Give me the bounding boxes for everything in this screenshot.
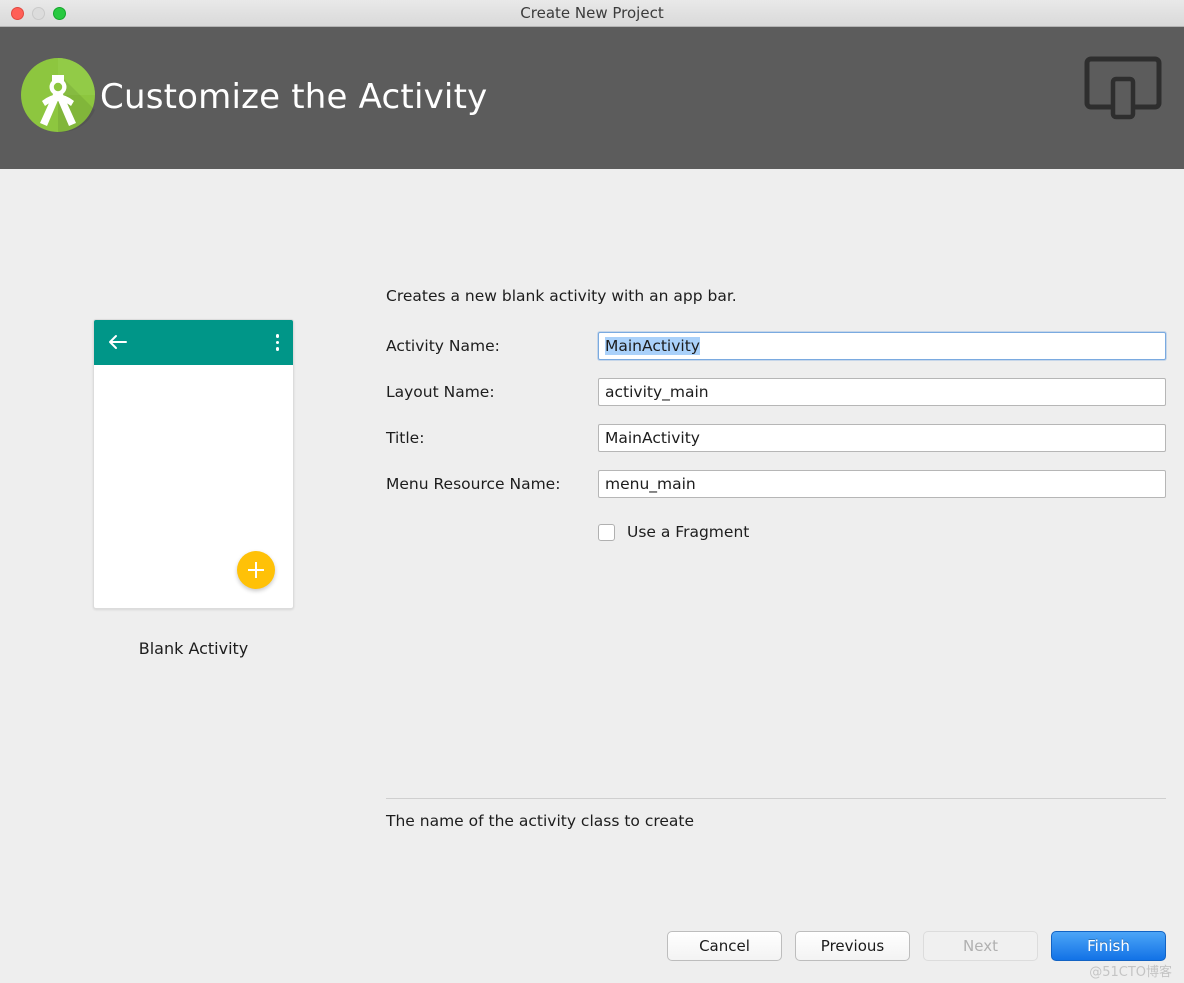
title-input[interactable] (598, 424, 1166, 452)
next-button: Next (923, 931, 1038, 961)
zoom-button[interactable] (53, 7, 66, 20)
window-title: Create New Project (520, 4, 664, 22)
window-titlebar: Create New Project (0, 0, 1184, 27)
previous-button[interactable]: Previous (795, 931, 910, 961)
close-button[interactable] (11, 7, 24, 20)
menu-resource-name-label: Menu Resource Name: (386, 475, 561, 493)
wizard-buttons: Cancel Previous Next Finish (667, 931, 1166, 961)
page-title: Customize the Activity (100, 77, 488, 117)
activity-preview: Blank Activity (93, 319, 294, 658)
use-fragment-checkbox[interactable] (598, 523, 615, 541)
hint-text: The name of the activity class to create (386, 812, 695, 830)
field-row-activity-name: Activity Name: (386, 332, 1166, 360)
wizard-body: Blank Activity Creates a new blank activ… (0, 169, 1184, 983)
form-description: Creates a new blank activity with an app… (386, 287, 737, 305)
finish-button[interactable]: Finish (1051, 931, 1166, 961)
phone-mockup (93, 319, 294, 609)
preview-app-bar (94, 320, 293, 365)
plus-icon (237, 551, 275, 589)
title-label: Title: (386, 429, 425, 447)
back-arrow-icon (109, 335, 127, 349)
activity-form: Creates a new blank activity with an app… (386, 287, 1166, 541)
use-fragment-row[interactable]: Use a Fragment (598, 523, 1166, 541)
use-fragment-label: Use a Fragment (627, 523, 750, 541)
menu-resource-name-input[interactable] (598, 470, 1166, 498)
preview-caption: Blank Activity (138, 639, 249, 658)
android-studio-logo (21, 58, 95, 133)
form-divider (386, 798, 1166, 799)
watermark: @51CTO博客 (1089, 965, 1172, 980)
layout-name-label: Layout Name: (386, 383, 495, 401)
wizard-header: Customize the Activity (0, 27, 1184, 169)
cancel-button[interactable]: Cancel (667, 931, 782, 961)
field-row-menu-resource-name: Menu Resource Name: (386, 470, 1166, 498)
device-form-factor-icon (1084, 56, 1162, 120)
window-controls (11, 7, 66, 20)
activity-name-input[interactable] (598, 332, 1166, 360)
overflow-menu-icon (275, 334, 279, 351)
layout-name-input[interactable] (598, 378, 1166, 406)
field-row-title: Title: (386, 424, 1166, 452)
field-row-layout-name: Layout Name: (386, 378, 1166, 406)
activity-name-label: Activity Name: (386, 337, 500, 355)
minimize-button[interactable] (32, 7, 45, 20)
